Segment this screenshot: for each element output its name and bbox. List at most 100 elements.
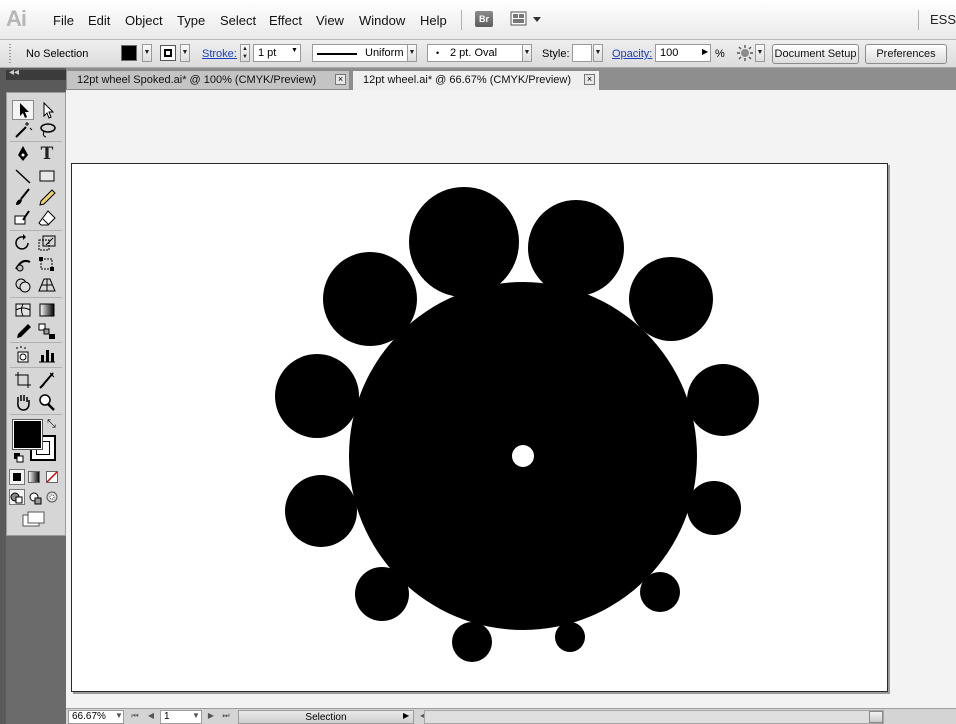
magic-wand-tool-button[interactable]: [12, 120, 34, 140]
zoom-tool-button[interactable]: [36, 392, 58, 412]
perspective-grid-tool-button[interactable]: [36, 275, 58, 295]
status-mode-display[interactable]: Selection: [238, 710, 414, 724]
bridge-button[interactable]: Br: [475, 11, 493, 27]
wheel-lobe[interactable]: [285, 475, 357, 547]
preferences-button[interactable]: Preferences: [865, 44, 947, 64]
shape-builder-tool-button[interactable]: [12, 275, 34, 295]
menu-effect[interactable]: Effect: [269, 12, 302, 30]
color-mode-button[interactable]: [9, 469, 25, 485]
eraser-tool-button[interactable]: [36, 208, 58, 228]
screen-mode-button[interactable]: [22, 511, 48, 527]
eyedropper-tool-button[interactable]: [12, 321, 34, 341]
profile-dropdown-button[interactable]: ▼: [407, 44, 417, 62]
blend-tool-button[interactable]: [36, 321, 58, 341]
direct-selection-tool-button[interactable]: [36, 100, 58, 120]
wheel-lobe[interactable]: [409, 187, 519, 297]
menu-view[interactable]: View: [316, 12, 344, 30]
graphic-style-swatch[interactable]: [572, 44, 592, 62]
panel-gripper[interactable]: [9, 44, 11, 64]
none-mode-button[interactable]: [46, 471, 58, 483]
wheel-circles[interactable]: [275, 187, 759, 662]
brush-dropdown-button[interactable]: ▼: [522, 44, 532, 62]
rectangle-tool-button[interactable]: [36, 166, 58, 186]
rotate-tool-button[interactable]: [12, 233, 34, 253]
document-tab-spoked[interactable]: 12pt wheel Spoked.ai* @ 100% (CMYK/Previ…: [66, 70, 350, 90]
opacity-panel-link[interactable]: Opacity:: [612, 47, 652, 61]
hand-tool-button[interactable]: [12, 392, 34, 412]
fill-dropdown-button[interactable]: ▼: [142, 44, 152, 62]
slice-tool-button[interactable]: [36, 370, 58, 390]
recolor-dropdown-button[interactable]: ▼: [755, 44, 765, 62]
wheel-artwork[interactable]: [72, 164, 887, 691]
lasso-tool-button[interactable]: [36, 120, 58, 140]
wheel-lobe[interactable]: [640, 572, 680, 612]
draw-normal-button[interactable]: [9, 489, 25, 505]
collapse-toolbox-icon[interactable]: ◂◂: [9, 67, 19, 78]
wheel-lobe[interactable]: [555, 622, 585, 652]
close-tab-spoked-icon[interactable]: ×: [335, 74, 346, 85]
recolor-artwork-button[interactable]: [736, 44, 756, 62]
scroll-left-button[interactable]: ◂: [420, 711, 424, 720]
artboard-tool-button[interactable]: [12, 370, 34, 390]
fill-color-swatch[interactable]: [12, 419, 43, 450]
stroke-weight-stepper[interactable]: ▲ ▼: [240, 44, 250, 62]
stroke-swatch[interactable]: [160, 45, 176, 61]
document-setup-button[interactable]: Document Setup: [772, 44, 859, 64]
menu-object[interactable]: Object: [125, 12, 163, 30]
wheel-lobe[interactable]: [528, 200, 624, 296]
pencil-tool-button[interactable]: [36, 187, 58, 207]
last-artboard-button[interactable]: ⏭: [221, 711, 231, 721]
close-tab-active-icon[interactable]: ×: [584, 74, 595, 85]
paintbrush-tool-button[interactable]: [12, 187, 34, 207]
mesh-tool-button[interactable]: [12, 300, 34, 320]
gradient-mode-button[interactable]: [28, 471, 40, 483]
blob-brush-tool-button[interactable]: [12, 208, 34, 228]
arrange-documents-button[interactable]: [510, 11, 542, 27]
next-artboard-button[interactable]: ▶: [206, 711, 216, 721]
chevron-right-icon[interactable]: ▶: [702, 47, 708, 56]
selection-tool-button[interactable]: [12, 100, 34, 120]
pen-tool-button[interactable]: [12, 144, 34, 164]
menu-file[interactable]: File: [53, 12, 74, 30]
artboard[interactable]: [71, 163, 888, 692]
variable-width-profile-select[interactable]: Uniform: [312, 44, 417, 62]
stroke-dropdown-button[interactable]: ▼: [180, 44, 190, 62]
free-transform-tool-button[interactable]: [36, 254, 58, 274]
menu-type[interactable]: Type: [177, 12, 205, 30]
menu-edit[interactable]: Edit: [88, 12, 110, 30]
line-segment-tool-button[interactable]: [12, 166, 34, 186]
warp-tool-button[interactable]: [12, 254, 34, 274]
graphic-style-dropdown-button[interactable]: ▼: [593, 44, 603, 62]
menu-help[interactable]: Help: [420, 12, 447, 30]
stroke-panel-link[interactable]: Stroke:: [202, 47, 237, 61]
symbol-sprayer-tool-button[interactable]: [12, 345, 34, 365]
wheel-lobe[interactable]: [452, 622, 492, 662]
gradient-tool-button[interactable]: [36, 300, 58, 320]
wheel-lobe[interactable]: [275, 354, 359, 438]
default-fill-stroke-button[interactable]: [14, 452, 24, 463]
type-tool-button[interactable]: T: [36, 144, 58, 164]
draw-behind-button[interactable]: [28, 491, 42, 505]
toolbox-header[interactable]: ◂◂: [6, 67, 66, 80]
wheel-lobe[interactable]: [323, 252, 417, 346]
horizontal-scroll-thumb[interactable]: [869, 711, 883, 723]
workspace-switcher[interactable]: ESSE: [930, 12, 956, 27]
wheel-lobe[interactable]: [687, 364, 759, 436]
brush-definition-select[interactable]: • 2 pt. Oval: [427, 44, 532, 62]
menu-window[interactable]: Window: [359, 12, 405, 30]
status-menu-icon[interactable]: ▶: [403, 711, 409, 720]
swap-fill-stroke-icon[interactable]: ⤡: [47, 418, 56, 431]
previous-artboard-button[interactable]: ◀: [146, 711, 156, 721]
column-graph-tool-button[interactable]: [36, 345, 58, 365]
document-tab-active[interactable]: 12pt wheel.ai* @ 66.67% (CMYK/Preview): [352, 70, 600, 90]
first-artboard-button[interactable]: ⏮: [130, 711, 140, 721]
wheel-lobe[interactable]: [355, 567, 409, 621]
artboard-dropdown-icon[interactable]: ▼: [191, 711, 201, 721]
wheel-lobe[interactable]: [687, 481, 741, 535]
scale-tool-button[interactable]: [36, 233, 58, 253]
wheel-lobe[interactable]: [629, 257, 713, 341]
draw-inside-button[interactable]: [46, 491, 60, 505]
zoom-dropdown-icon[interactable]: ▼: [114, 711, 124, 721]
horizontal-scrollbar[interactable]: [424, 710, 884, 724]
menu-select[interactable]: Select: [220, 12, 256, 30]
